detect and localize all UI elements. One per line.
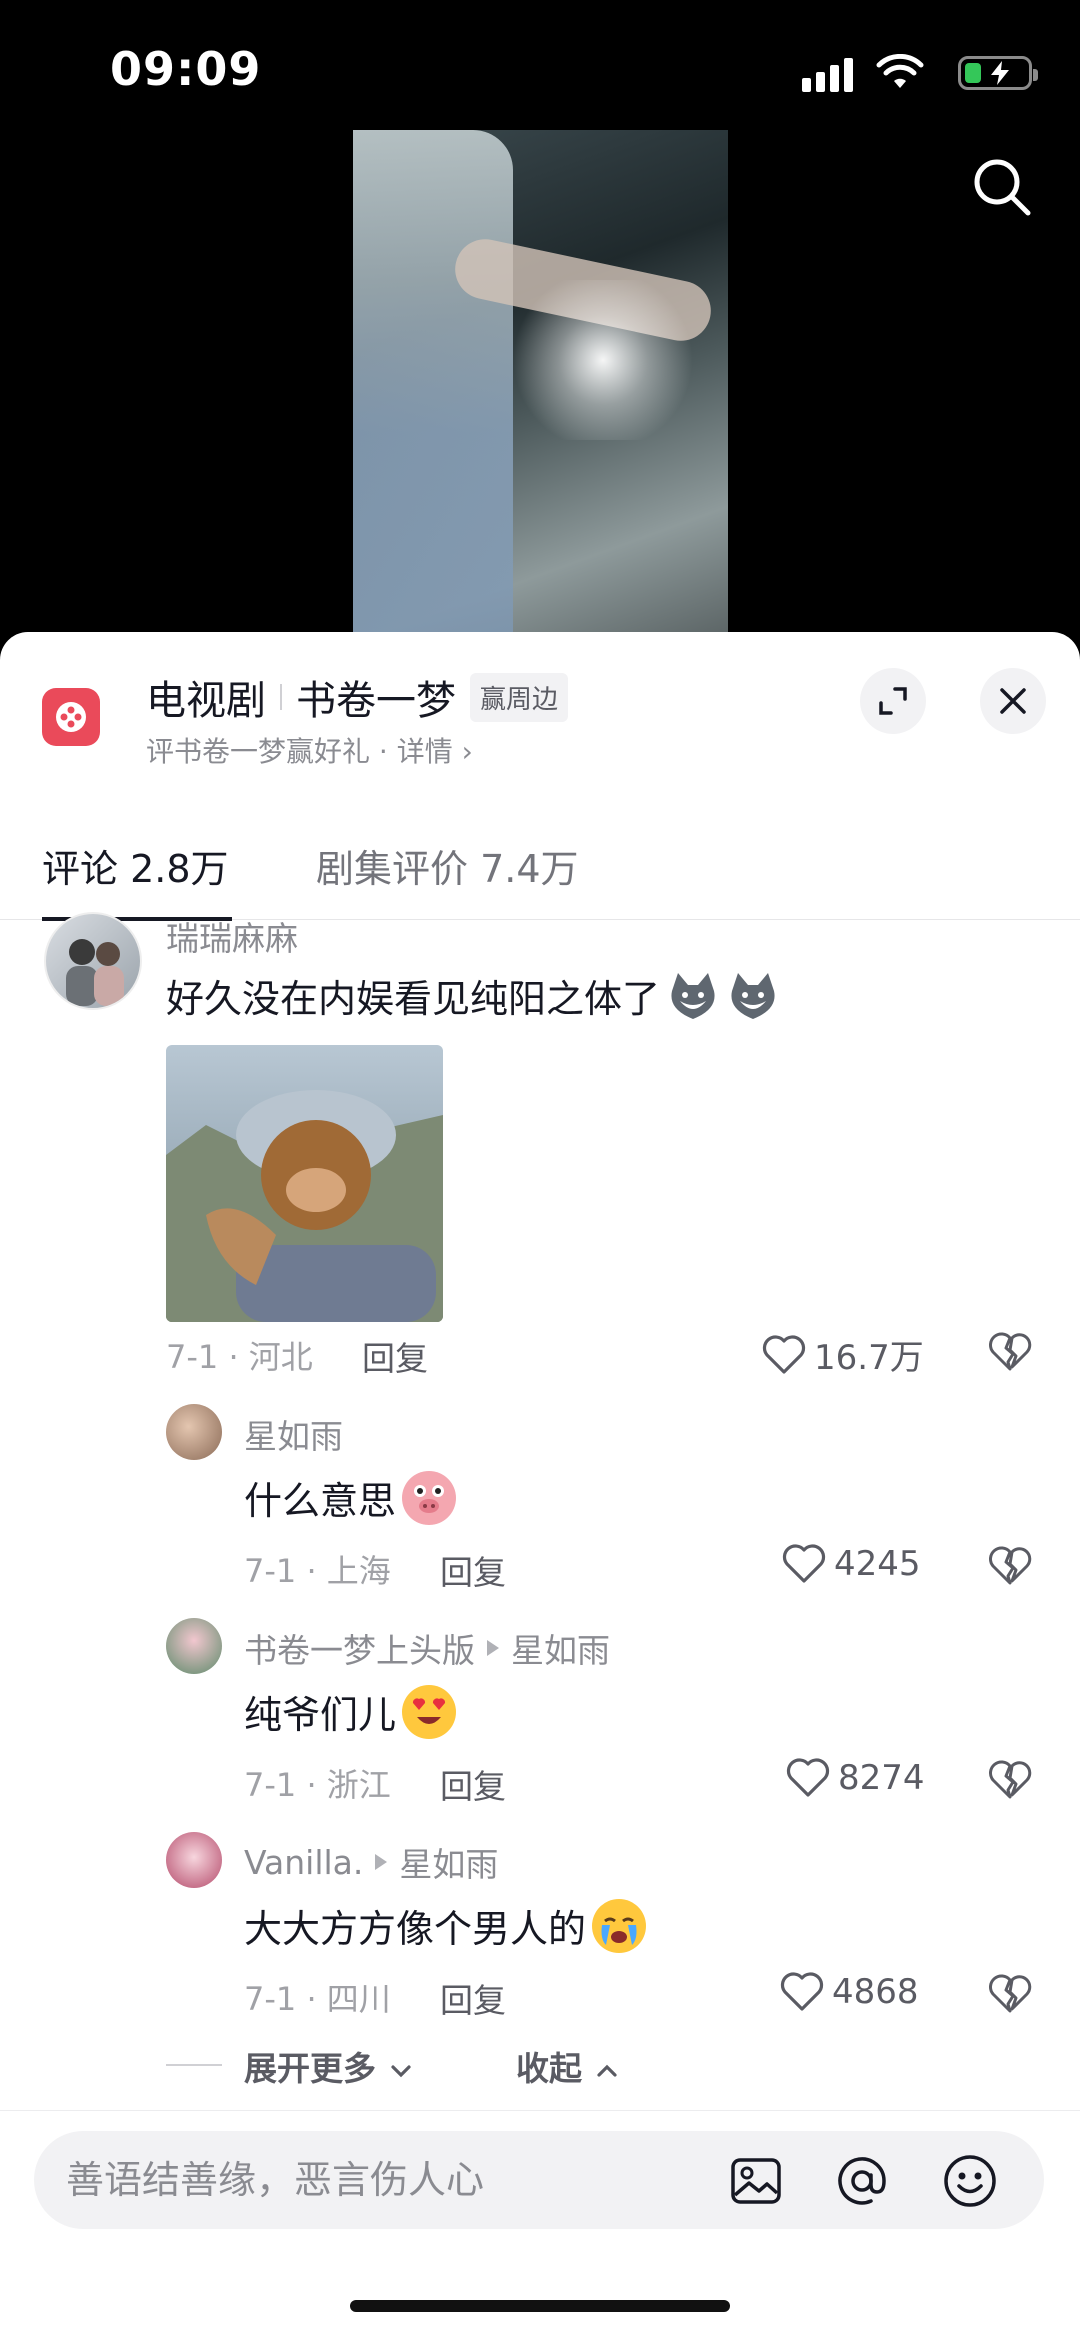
like-count: 8274 bbox=[838, 1758, 925, 1798]
avatar[interactable] bbox=[166, 1404, 222, 1460]
comment-input-container[interactable] bbox=[34, 2131, 1044, 2229]
reply-username[interactable]: 星如雨 bbox=[244, 1410, 343, 1458]
reply-meta: 7-1 · 浙江 bbox=[244, 1766, 391, 1804]
comment-input[interactable] bbox=[66, 2155, 666, 2205]
like-button[interactable]: 4868 bbox=[780, 1972, 919, 2012]
like-button[interactable]: 4245 bbox=[782, 1544, 921, 1584]
reply-username[interactable]: Vanilla. 星如雨 bbox=[244, 1838, 498, 1886]
like-count: 4245 bbox=[834, 1544, 921, 1584]
comment-username[interactable]: 瑞瑞麻麻 bbox=[166, 912, 298, 960]
crying-emoji-icon bbox=[592, 1898, 647, 1953]
image-icon[interactable] bbox=[730, 2157, 782, 2205]
reply-button[interactable]: 回复 bbox=[362, 1332, 428, 1380]
heart-eyes-emoji-icon bbox=[402, 1684, 457, 1739]
close-button[interactable] bbox=[980, 668, 1046, 734]
expand-button[interactable] bbox=[860, 668, 926, 734]
broken-heart-icon bbox=[989, 1546, 1032, 1585]
reply-to-arrow-icon bbox=[375, 1854, 388, 1870]
wifi-icon bbox=[876, 53, 924, 94]
video-player[interactable] bbox=[353, 130, 728, 635]
status-time: 09:09 bbox=[110, 42, 262, 96]
broken-heart-icon bbox=[989, 1974, 1032, 2013]
like-button[interactable]: 16.7万 bbox=[762, 1330, 924, 1379]
reply-username[interactable]: 书卷一梦上头版 星如雨 bbox=[244, 1624, 610, 1672]
avatar[interactable] bbox=[166, 1832, 222, 1888]
chevron-up-icon bbox=[596, 2064, 617, 2077]
reply-button[interactable]: 回复 bbox=[440, 1546, 506, 1594]
comment-image[interactable] bbox=[166, 1045, 443, 1322]
wolf-emoji-icon bbox=[726, 968, 781, 1023]
drama-subtitle-link[interactable]: 评书卷一梦赢好礼 · 详情 › bbox=[146, 730, 473, 770]
wolf-emoji-icon bbox=[666, 968, 721, 1023]
reply-meta: 7-1 · 上海 bbox=[244, 1552, 391, 1590]
drama-category: 电视剧 bbox=[146, 678, 266, 724]
collapse-button[interactable]: 收起 bbox=[516, 2042, 620, 2090]
reply-meta: 7-1 · 四川 bbox=[244, 1980, 391, 2018]
dislike-button[interactable] bbox=[988, 1974, 1032, 2018]
video-figure bbox=[353, 130, 513, 635]
reply-text: 什么意思 bbox=[244, 1470, 457, 1525]
pig-emoji-icon bbox=[402, 1470, 457, 1525]
like-count: 4868 bbox=[832, 1972, 919, 2012]
reply-button[interactable]: 回复 bbox=[440, 1974, 506, 2022]
promo-badge[interactable]: 赢周边 bbox=[470, 672, 569, 722]
reply-button[interactable]: 回复 bbox=[440, 1760, 506, 1808]
reply-text: 大大方方像个男人的 bbox=[244, 1898, 647, 1953]
drama-app-icon[interactable] bbox=[42, 688, 100, 746]
emoji-icon[interactable] bbox=[942, 2153, 998, 2209]
signal-icon bbox=[802, 52, 858, 92]
comment-meta: 7-1 · 河北 bbox=[166, 1338, 313, 1376]
at-icon[interactable] bbox=[834, 2153, 890, 2209]
broken-heart-icon bbox=[989, 1332, 1032, 1371]
search-icon[interactable] bbox=[970, 155, 1034, 219]
avatar[interactable] bbox=[166, 1618, 222, 1674]
battery-icon bbox=[958, 56, 1038, 90]
like-button[interactable]: 8274 bbox=[786, 1758, 925, 1798]
reply-text: 纯爷们儿 bbox=[244, 1684, 457, 1739]
tab-episode-reviews[interactable]: 剧集评价 7.4万 bbox=[316, 838, 579, 893]
dislike-button[interactable] bbox=[988, 1546, 1032, 1590]
dislike-button[interactable] bbox=[988, 1760, 1032, 1804]
heart-icon bbox=[762, 1334, 806, 1374]
heart-icon bbox=[786, 1758, 830, 1797]
avatar[interactable] bbox=[44, 912, 142, 1010]
heart-icon bbox=[780, 1972, 824, 2011]
broken-heart-icon bbox=[989, 1760, 1032, 1799]
comment-text: 好久没在内娱看见纯阳之体了 bbox=[166, 968, 781, 1023]
reply-to-arrow-icon bbox=[487, 1640, 499, 1656]
status-icons bbox=[802, 52, 1038, 94]
heart-icon bbox=[782, 1544, 826, 1583]
chevron-down-icon bbox=[390, 2064, 411, 2077]
home-indicator bbox=[350, 2300, 730, 2312]
expand-icon bbox=[879, 687, 907, 715]
close-icon bbox=[1000, 688, 1026, 714]
like-count: 16.7万 bbox=[814, 1338, 924, 1378]
tab-comments[interactable]: 评论 2.8万 bbox=[42, 838, 229, 893]
expand-more-button[interactable]: 展开更多 bbox=[244, 2042, 414, 2090]
dislike-button[interactable] bbox=[988, 1332, 1032, 1376]
divider bbox=[166, 2064, 222, 2066]
tab-bar: 评论 2.8万 剧集评价 7.4万 bbox=[0, 820, 1080, 921]
drama-title-row[interactable]: 电视剧 书卷一梦 赢周边 bbox=[146, 668, 569, 726]
expand-row: 展开更多 收起 bbox=[166, 2040, 766, 2090]
drama-title: 书卷一梦 bbox=[296, 678, 456, 724]
